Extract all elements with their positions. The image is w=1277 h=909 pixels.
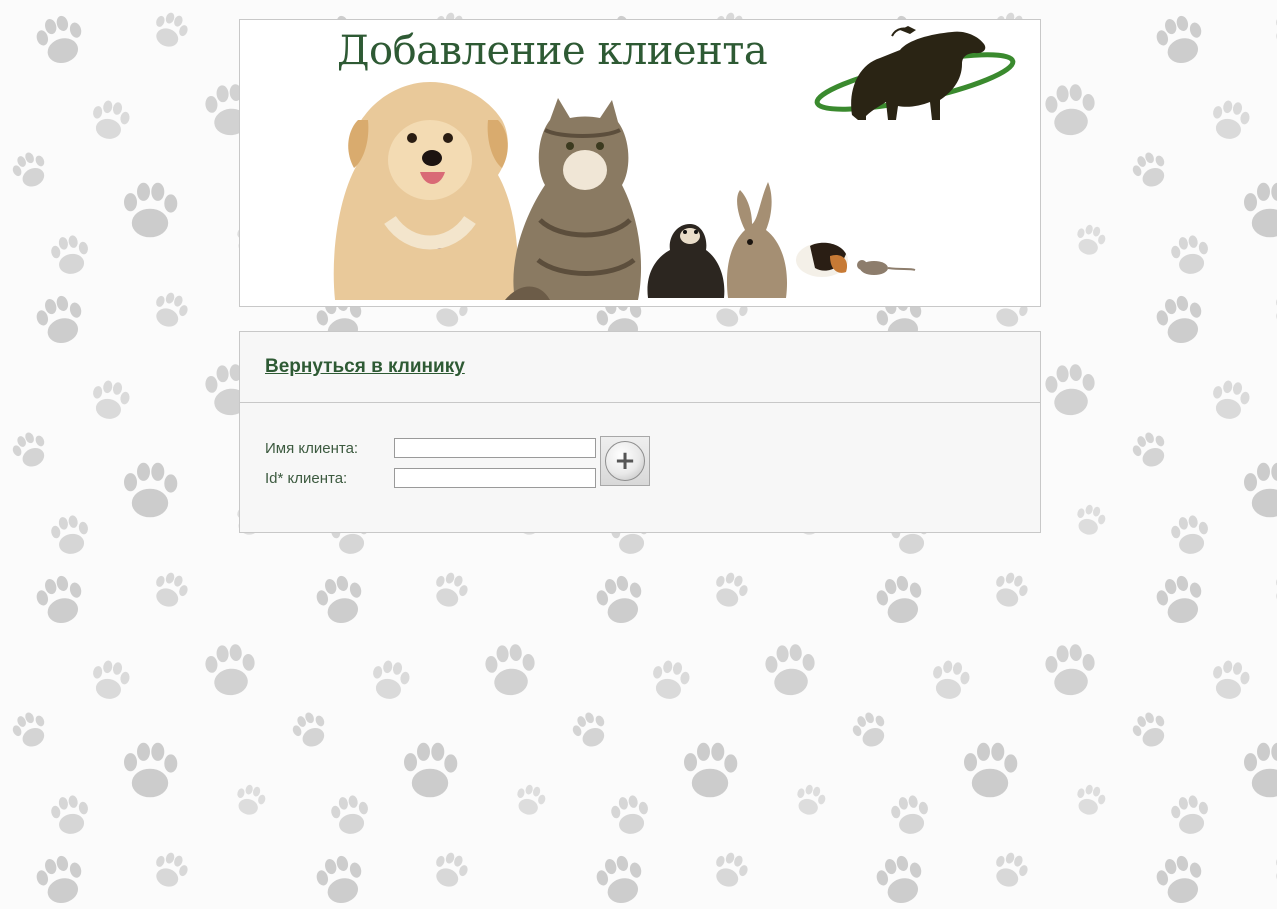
client-name-row: Имя клиента:	[265, 437, 596, 459]
rabbit-image	[726, 182, 788, 298]
ferret-image	[647, 224, 725, 298]
client-id-input[interactable]	[394, 468, 596, 488]
add-client-button[interactable]: +	[600, 436, 650, 486]
plus-icon: +	[605, 441, 645, 481]
client-id-label: Id* клиента:	[265, 469, 348, 487]
header-banner: Добавление клиента	[239, 19, 1041, 307]
mouse-image	[857, 260, 916, 275]
guinea-pig-image	[796, 242, 848, 277]
cat-image	[505, 98, 642, 300]
panel-nav: Вернуться в клинику	[240, 332, 1040, 403]
client-name-input[interactable]	[394, 438, 596, 458]
form-panel: Вернуться в клинику Имя клиента: Id* кли…	[239, 331, 1041, 533]
add-client-form: Имя клиента: Id* клиента: +	[240, 403, 1040, 532]
back-to-clinic-link[interactable]: Вернуться в клинику	[265, 356, 465, 378]
dog-image	[333, 82, 519, 300]
page-title: Добавление клиента	[337, 28, 768, 74]
client-name-label: Имя клиента:	[265, 439, 359, 457]
page-container: Добавление клиента Вернуться в клинику И…	[239, 19, 1041, 533]
client-id-row: Id* клиента:	[265, 467, 596, 489]
clinic-logo	[814, 26, 1016, 121]
